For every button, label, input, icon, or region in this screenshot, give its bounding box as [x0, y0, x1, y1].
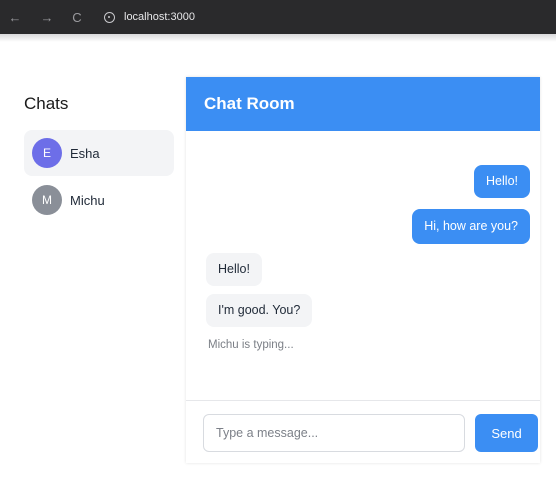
site-info-icon[interactable]: [104, 11, 115, 23]
chats-heading: Chats: [24, 94, 69, 113]
chat-item-name: Michu: [70, 192, 105, 208]
avatar: E: [32, 138, 62, 168]
toolbar-shadow: [0, 34, 556, 42]
reload-icon[interactable]: C: [68, 10, 86, 25]
message-input[interactable]: [203, 414, 465, 452]
back-arrow-icon[interactable]: ←: [6, 10, 24, 25]
chat-item-name: Esha: [70, 145, 100, 161]
typing-indicator: Michu is typing...: [208, 339, 294, 351]
chat-item-michu[interactable]: M Michu: [24, 177, 174, 223]
send-button[interactable]: Send: [475, 414, 538, 452]
address-bar[interactable]: localhost:3000: [124, 11, 195, 23]
chat-room-header: Chat Room: [186, 77, 540, 131]
message-bubble-sent: Hi, how are you?: [412, 209, 530, 244]
avatar: M: [32, 185, 62, 215]
chat-item-esha[interactable]: E Esha: [24, 130, 174, 176]
chat-room-title: Chat Room: [204, 94, 295, 113]
forward-arrow-icon[interactable]: →: [38, 10, 56, 25]
browser-toolbar: ← → C localhost:3000: [0, 0, 556, 34]
chat-room-panel: Chat Room Hello! Hi, how are you? Hello!…: [186, 77, 540, 463]
divider: [186, 400, 540, 401]
message-bubble-received: I'm good. You?: [206, 294, 313, 327]
message-bubble-sent: Hello!: [474, 165, 530, 198]
message-bubble-received: Hello!: [206, 253, 262, 286]
